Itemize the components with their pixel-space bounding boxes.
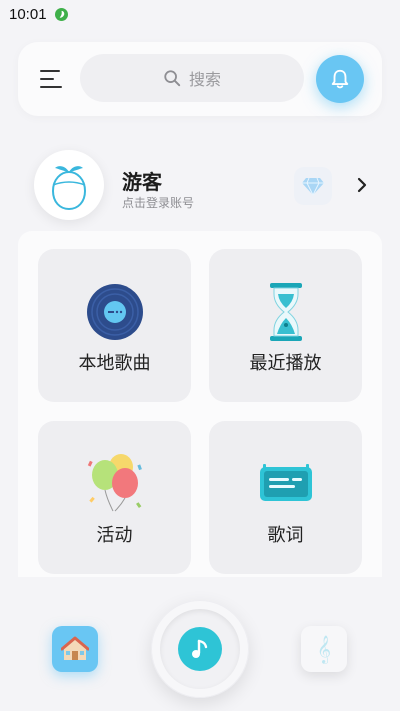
guest-avatar-icon [51,166,87,211]
balloons-icon [84,453,146,515]
login-link[interactable]: 点击登录账号 [122,194,194,211]
tile-local-songs[interactable]: 本地歌曲 [38,249,191,402]
nav-music-button[interactable]: 𝄞 [301,626,347,672]
tile-activities[interactable]: 活动 [38,421,191,574]
lyrics-screen-icon [255,453,317,515]
status-time: 10:01 [9,5,47,23]
chevron-right-icon[interactable] [352,175,372,195]
search-placeholder: 搜索 [188,70,221,89]
vip-button[interactable] [294,167,332,205]
header-card: 搜索 [18,42,382,116]
nav-home-button[interactable] [52,626,98,672]
home-icon [61,636,89,660]
menu-line-icon [40,86,62,88]
app-notification-icon [54,7,68,21]
tile-label: 歌词 [267,525,304,546]
tile-label: 最近播放 [249,353,322,374]
hourglass-icon [255,281,317,343]
tile-label: 本地歌曲 [78,353,151,374]
avatar[interactable] [34,150,104,220]
tile-label: 活动 [96,525,133,546]
username: 游客 [122,170,162,194]
menu-line-icon [40,70,60,72]
music-note-icon [192,639,208,658]
bell-icon [331,69,349,89]
player-core [178,627,222,671]
vinyl-disc-icon [84,281,146,343]
search-icon [164,70,181,87]
status-bar: 10:01 [0,0,400,28]
diamond-icon [302,177,324,196]
menu-button[interactable] [40,66,66,92]
search-input[interactable]: 搜索 [80,54,304,102]
tile-recent-plays[interactable]: 最近播放 [209,249,362,402]
feature-grid: 本地歌曲 最近播放 活动 歌词 [18,231,382,577]
bottom-nav: 𝄞 [0,578,400,711]
profile-section: 游客 点击登录账号 [0,140,400,230]
tile-lyrics[interactable]: 歌词 [209,421,362,574]
player-ring [160,609,240,689]
treble-clef-icon: 𝄞 [316,635,332,663]
menu-line-icon [40,78,54,80]
notification-button[interactable] [316,55,364,103]
nav-player-button[interactable] [151,600,249,698]
